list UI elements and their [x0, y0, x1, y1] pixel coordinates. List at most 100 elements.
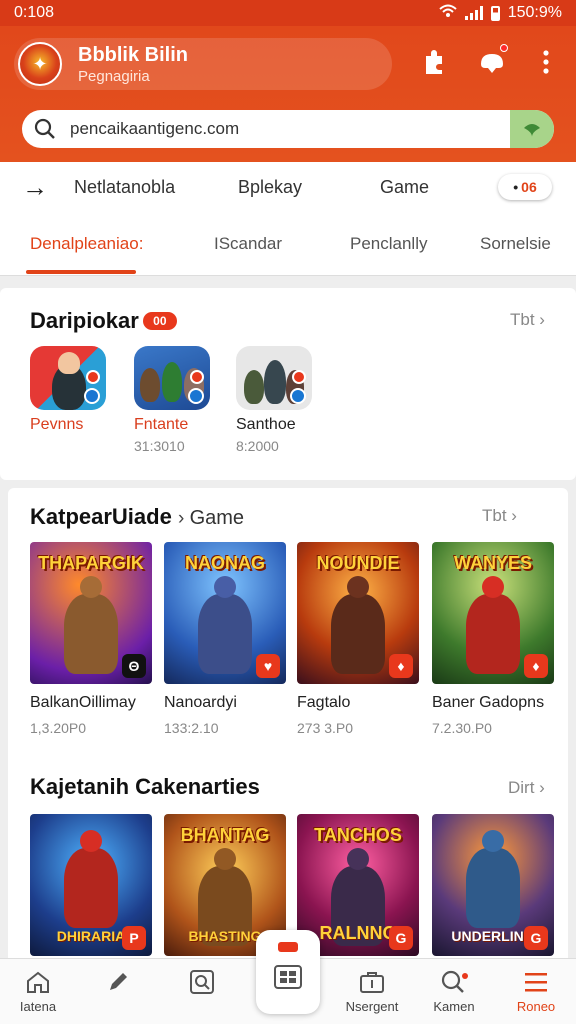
- sub-tabs: Denalpleaniao: IScandar Penclanlly Sorne…: [0, 212, 576, 276]
- game-card[interactable]: DHIRARIA P: [30, 814, 152, 956]
- pill-prefix: •: [513, 179, 519, 195]
- center-action-button[interactable]: [256, 930, 320, 1014]
- game-count: 1,3.20P0: [30, 720, 87, 736]
- account-subtitle: Pegnagiria: [78, 68, 150, 85]
- app-header: ✦ Bbblik Bilin Pegnagiria: [0, 26, 576, 162]
- app-badge: [190, 370, 204, 384]
- count-pill[interactable]: • 06: [498, 174, 552, 200]
- game-art: NAONAG ♥: [164, 542, 286, 684]
- arrow-right-icon[interactable]: →: [22, 172, 48, 203]
- notification-dot: [500, 44, 508, 52]
- games-section: KatpearUiade › Game Tbt › THAPARGIK Θ Ba…: [8, 488, 568, 968]
- search-icon: [414, 967, 494, 997]
- puzzle-icon[interactable]: [418, 46, 450, 78]
- games-crumb[interactable]: Game: [190, 507, 244, 529]
- subtab-sornelsie[interactable]: Sornelsie: [480, 234, 551, 254]
- app-thumbnail: [30, 346, 106, 410]
- nav-item-menu[interactable]: Roneo: [496, 967, 576, 1014]
- app-item[interactable]: Santhoe 8:2000: [236, 346, 312, 454]
- tab-netlatanobla[interactable]: Netlatanobla: [74, 177, 175, 198]
- game-corner-icon: Θ: [122, 654, 146, 678]
- search-input[interactable]: [70, 110, 490, 148]
- search-submit-button[interactable]: [510, 110, 554, 148]
- account-chip[interactable]: ✦ Bbblik Bilin Pegnagiria: [14, 38, 392, 90]
- pill-value: 06: [521, 179, 537, 195]
- game-card[interactable]: WANYES ♦ Baner Gadopns 7.2.30.P0: [432, 542, 554, 736]
- nav-label: Kamen: [433, 999, 475, 1014]
- more-menu-icon[interactable]: [530, 46, 562, 78]
- app-badge: [292, 370, 306, 384]
- game-card[interactable]: UNDERLING G: [432, 814, 554, 956]
- app-count: 8:2000: [236, 438, 279, 454]
- game-art-title: NAONAG: [185, 553, 265, 573]
- game-name: Fagtalo: [297, 694, 351, 711]
- games-title-row: KatpearUiade › Game: [30, 504, 245, 529]
- status-bar: 0:108 150:9%: [0, 0, 576, 26]
- game-art: NOUNDIE ♦: [297, 542, 419, 684]
- more-label: Tbt: [510, 310, 535, 329]
- tab-game[interactable]: Game: [380, 177, 429, 198]
- status-time: 0:108: [14, 4, 55, 21]
- game-card[interactable]: NOUNDIE ♦ Fagtalo 273 3.P0: [297, 542, 419, 736]
- grid-icon: [273, 964, 303, 995]
- active-tab-indicator: [26, 270, 136, 274]
- app-count: 31:3010: [134, 438, 185, 454]
- featured-more-link[interactable]: Tbt ›: [510, 310, 545, 330]
- featured-section: Daripiokar 00 Tbt › Pevnns Fntante 31:301…: [0, 288, 576, 480]
- app-badge-blue: [290, 388, 306, 404]
- search-box-icon: [162, 967, 242, 997]
- game-name: Nanoardyi: [164, 694, 237, 711]
- subtab-iscandar[interactable]: IScandar: [214, 234, 282, 254]
- game-art: WANYES ♦: [432, 542, 554, 684]
- app-item[interactable]: Fntante 31:3010: [134, 346, 210, 454]
- game-count: 7.2.30.P0: [432, 720, 492, 736]
- subtab-denalpleaniao[interactable]: Denalpleaniao:: [30, 234, 143, 254]
- search-bar[interactable]: [22, 110, 554, 148]
- more-label: Tbt: [482, 506, 507, 525]
- search-icon: [34, 118, 56, 140]
- nav-label: Roneo: [516, 999, 556, 1014]
- second-more-link[interactable]: Dirt ›: [508, 778, 545, 798]
- game-corner-icon: P: [122, 926, 146, 950]
- game-art-title: TANCHOS: [314, 825, 402, 845]
- fab-dot: [278, 942, 298, 952]
- game-count: 133:2.10: [164, 720, 219, 736]
- app-item[interactable]: Pevnns: [30, 346, 106, 434]
- app-thumbnail: [134, 346, 210, 410]
- game-name: BalkanOillimay: [30, 694, 136, 711]
- game-art: DHIRARIA P: [30, 814, 152, 956]
- app-badge-blue: [188, 388, 204, 404]
- second-section-title: Kajetanih Cakenarties: [30, 774, 260, 799]
- notification-icon[interactable]: [476, 44, 508, 78]
- nav-label: Nsergent: [345, 999, 399, 1014]
- game-card[interactable]: NAONAG ♥ Nanoardyi 133:2.10: [164, 542, 286, 736]
- game-art: UNDERLING G: [432, 814, 554, 956]
- battery-text: 150:9%: [507, 4, 562, 21]
- app-badge-blue: [84, 388, 100, 404]
- game-corner-icon: G: [524, 926, 548, 950]
- battery-icon: [490, 5, 500, 21]
- game-art-title: NOUNDIE: [316, 553, 400, 573]
- signal-icon: [464, 6, 483, 20]
- nav-label: Iatena: [19, 999, 57, 1014]
- game-name: Baner Gadopns: [432, 694, 545, 711]
- tab-bplekay[interactable]: Bplekay: [238, 177, 302, 198]
- game-art-title: BHANTAG: [180, 825, 270, 845]
- games-more-link[interactable]: Tbt ›: [482, 506, 517, 526]
- leaf-icon: [524, 124, 540, 137]
- nav-item-search[interactable]: Kamen: [414, 967, 494, 1014]
- game-card[interactable]: THAPARGIK Θ BalkanOillimay 1,3.20P0: [30, 542, 152, 736]
- wifi-icon: [439, 4, 457, 23]
- nav-item-browse[interactable]: [162, 967, 242, 997]
- subtab-penclanlly[interactable]: Penclanlly: [350, 234, 428, 254]
- account-title: Bbblik Bilin: [78, 44, 188, 66]
- category-bar: → Netlatanobla Bplekay Game • 06: [0, 162, 576, 212]
- nav-item-work[interactable]: Nsergent: [332, 967, 412, 1014]
- nav-item-home[interactable]: Iatena: [0, 967, 78, 1014]
- app-thumbnail: [236, 346, 312, 410]
- app-label: Fntante: [134, 416, 189, 433]
- game-count: 273 3.P0: [297, 720, 354, 736]
- game-corner-icon: ♦: [524, 654, 548, 678]
- nav-item-edit[interactable]: [78, 967, 158, 997]
- featured-badge: 00: [142, 312, 177, 330]
